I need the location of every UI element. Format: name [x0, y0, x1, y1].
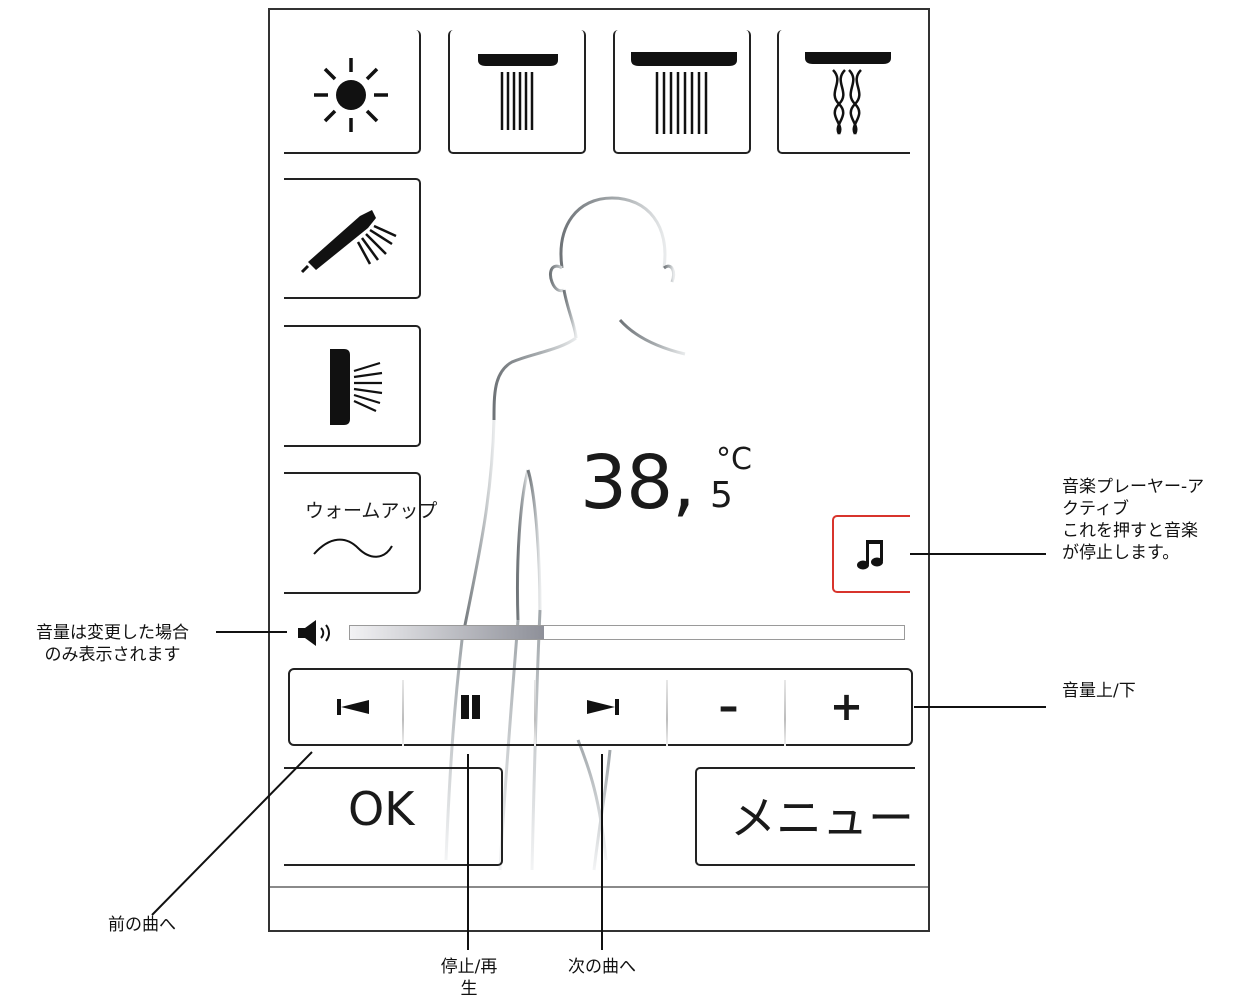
- callout-music-player: 音楽プレーヤー-ア クティブ これを押すと音楽 が停止します。: [1062, 477, 1205, 563]
- callout-volume-info: 音量は変更した場合 のみ表示されます: [36, 623, 189, 665]
- callout-previous-track: 前の曲へ: [108, 915, 176, 935]
- callout-stop-play: 停止/再 生: [440, 957, 498, 999]
- callout-next-track: 次の曲へ: [568, 957, 636, 977]
- callout-volume-up-down: 音量上/下: [1062, 681, 1136, 701]
